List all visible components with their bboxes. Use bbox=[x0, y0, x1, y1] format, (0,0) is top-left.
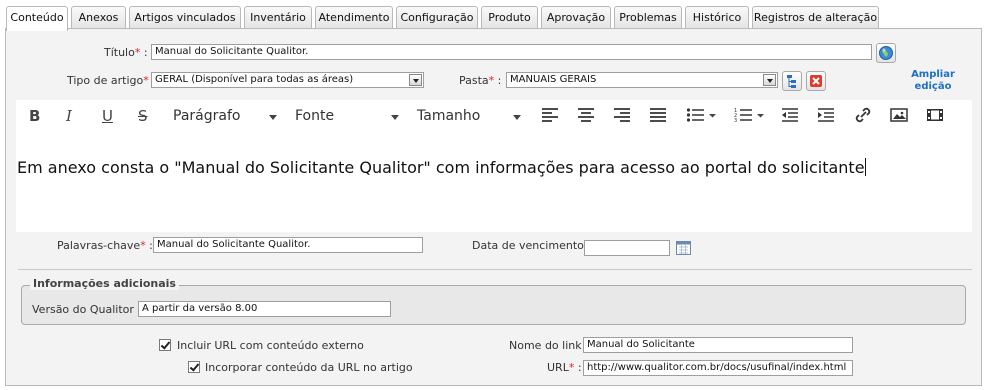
text-cursor bbox=[864, 158, 866, 176]
titulo-input[interactable]: Manual do Solicitante Qualitor. bbox=[151, 44, 872, 60]
image-icon[interactable] bbox=[890, 107, 908, 125]
tab-aprovacao[interactable]: Aprovação bbox=[541, 6, 611, 29]
section-divider bbox=[18, 269, 972, 270]
tab-produto[interactable]: Produto bbox=[481, 6, 538, 29]
chevron-down-icon bbox=[409, 74, 422, 86]
underline-icon[interactable]: U bbox=[102, 107, 113, 125]
align-justify-icon[interactable] bbox=[649, 107, 667, 125]
incluir-url-label: Incluir URL com conteúdo externo bbox=[177, 339, 364, 352]
bullet-list-icon[interactable] bbox=[686, 107, 718, 125]
tab-artigos-vinculados[interactable]: Artigos vinculados bbox=[129, 6, 241, 29]
tipo-artigo-select[interactable]: GERAL (Disponível para todas as áreas) bbox=[151, 72, 424, 88]
svg-text:3: 3 bbox=[734, 118, 737, 123]
rich-text-editor: B I U S Parágrafo Fonte Tamanho 1 2 3 Em… bbox=[16, 100, 972, 232]
align-right-icon[interactable] bbox=[613, 107, 631, 125]
tree-icon bbox=[787, 75, 796, 88]
incluir-url-checkbox[interactable] bbox=[159, 339, 171, 351]
delete-icon bbox=[810, 75, 822, 87]
tab-registros-de-alteracao[interactable]: Registros de alteração bbox=[752, 6, 879, 29]
align-left-icon[interactable] bbox=[541, 107, 559, 125]
editor-content[interactable]: Em anexo consta o "Manual do Solicitante… bbox=[17, 158, 866, 177]
versao-label: Versão do Qualitor : bbox=[32, 303, 142, 316]
tab-atendimento[interactable]: Atendimento bbox=[315, 6, 393, 29]
nome-link-label: Nome do link : bbox=[509, 339, 589, 352]
tab-configuracao[interactable]: Configuração bbox=[396, 6, 478, 29]
outdent-icon[interactable] bbox=[781, 107, 799, 125]
nome-link-input[interactable]: Manual do Solicitante bbox=[583, 337, 853, 353]
link-icon[interactable] bbox=[854, 107, 872, 125]
info-adicionais-legend: Informações adicionais bbox=[30, 277, 179, 290]
url-input[interactable]: http://www.qualitor.com.br/docs/usufinal… bbox=[583, 360, 853, 376]
url-label: URL* : bbox=[547, 361, 582, 374]
tab-historico[interactable]: Histórico bbox=[685, 6, 749, 29]
editor-toolbar: B I U S Parágrafo Fonte Tamanho 1 2 3 bbox=[16, 100, 972, 132]
tab-problemas[interactable]: Problemas bbox=[614, 6, 682, 29]
video-icon[interactable] bbox=[926, 107, 944, 125]
bold-icon[interactable]: B bbox=[29, 107, 40, 125]
chevron-down-icon bbox=[391, 115, 399, 120]
indent-icon[interactable] bbox=[817, 107, 835, 125]
palavras-chave-input[interactable]: Manual do Solicitante Qualitor. bbox=[153, 237, 423, 253]
chevron-down-icon bbox=[513, 115, 521, 120]
ampliar-edicao-link[interactable]: Ampliar edição bbox=[906, 69, 960, 93]
chevron-down-icon bbox=[763, 74, 776, 86]
tipo-artigo-label: Tipo de artigo* : bbox=[67, 74, 156, 87]
data-vencimento-label: Data de vencimento : bbox=[472, 239, 592, 252]
font-select[interactable]: Fonte bbox=[295, 108, 334, 124]
tab-conteudo[interactable]: Conteúdo bbox=[6, 6, 68, 31]
content-panel: Título* : Manual do Solicitante Qualitor… bbox=[5, 28, 982, 386]
data-vencimento-input[interactable] bbox=[584, 240, 670, 256]
tab-anexos[interactable]: Anexos bbox=[71, 6, 126, 29]
incorporar-conteudo-checkbox[interactable] bbox=[188, 361, 200, 373]
chevron-down-icon bbox=[269, 115, 277, 120]
clear-folder-button[interactable] bbox=[806, 71, 826, 91]
versao-input[interactable]: A partir da versão 8.00 bbox=[138, 301, 391, 317]
tab-inventario[interactable]: Inventário bbox=[244, 6, 312, 29]
calendar-icon[interactable] bbox=[676, 240, 691, 255]
incorporar-conteudo-label: Incorporar conteúdo da URL no artigo bbox=[205, 361, 413, 374]
folder-tree-button[interactable] bbox=[782, 71, 802, 91]
numbered-list-icon[interactable]: 123 bbox=[734, 107, 766, 125]
translate-globe-button[interactable] bbox=[876, 43, 896, 63]
italic-icon[interactable]: I bbox=[66, 107, 72, 125]
strikethrough-icon[interactable]: S bbox=[138, 107, 148, 125]
palavras-chave-label: Palavras-chave* : bbox=[57, 239, 153, 252]
globe-icon bbox=[879, 46, 893, 60]
paragraph-select[interactable]: Parágrafo bbox=[173, 108, 240, 124]
titulo-label: Título* : bbox=[104, 46, 148, 59]
align-center-icon[interactable] bbox=[577, 107, 595, 125]
size-select[interactable]: Tamanho bbox=[417, 108, 480, 124]
pasta-label: Pasta* : bbox=[459, 74, 502, 87]
pasta-select[interactable]: MANUAIS GERAIS bbox=[506, 72, 778, 88]
info-adicionais-fieldset: Informações adicionais Versão do Qualito… bbox=[21, 277, 966, 325]
